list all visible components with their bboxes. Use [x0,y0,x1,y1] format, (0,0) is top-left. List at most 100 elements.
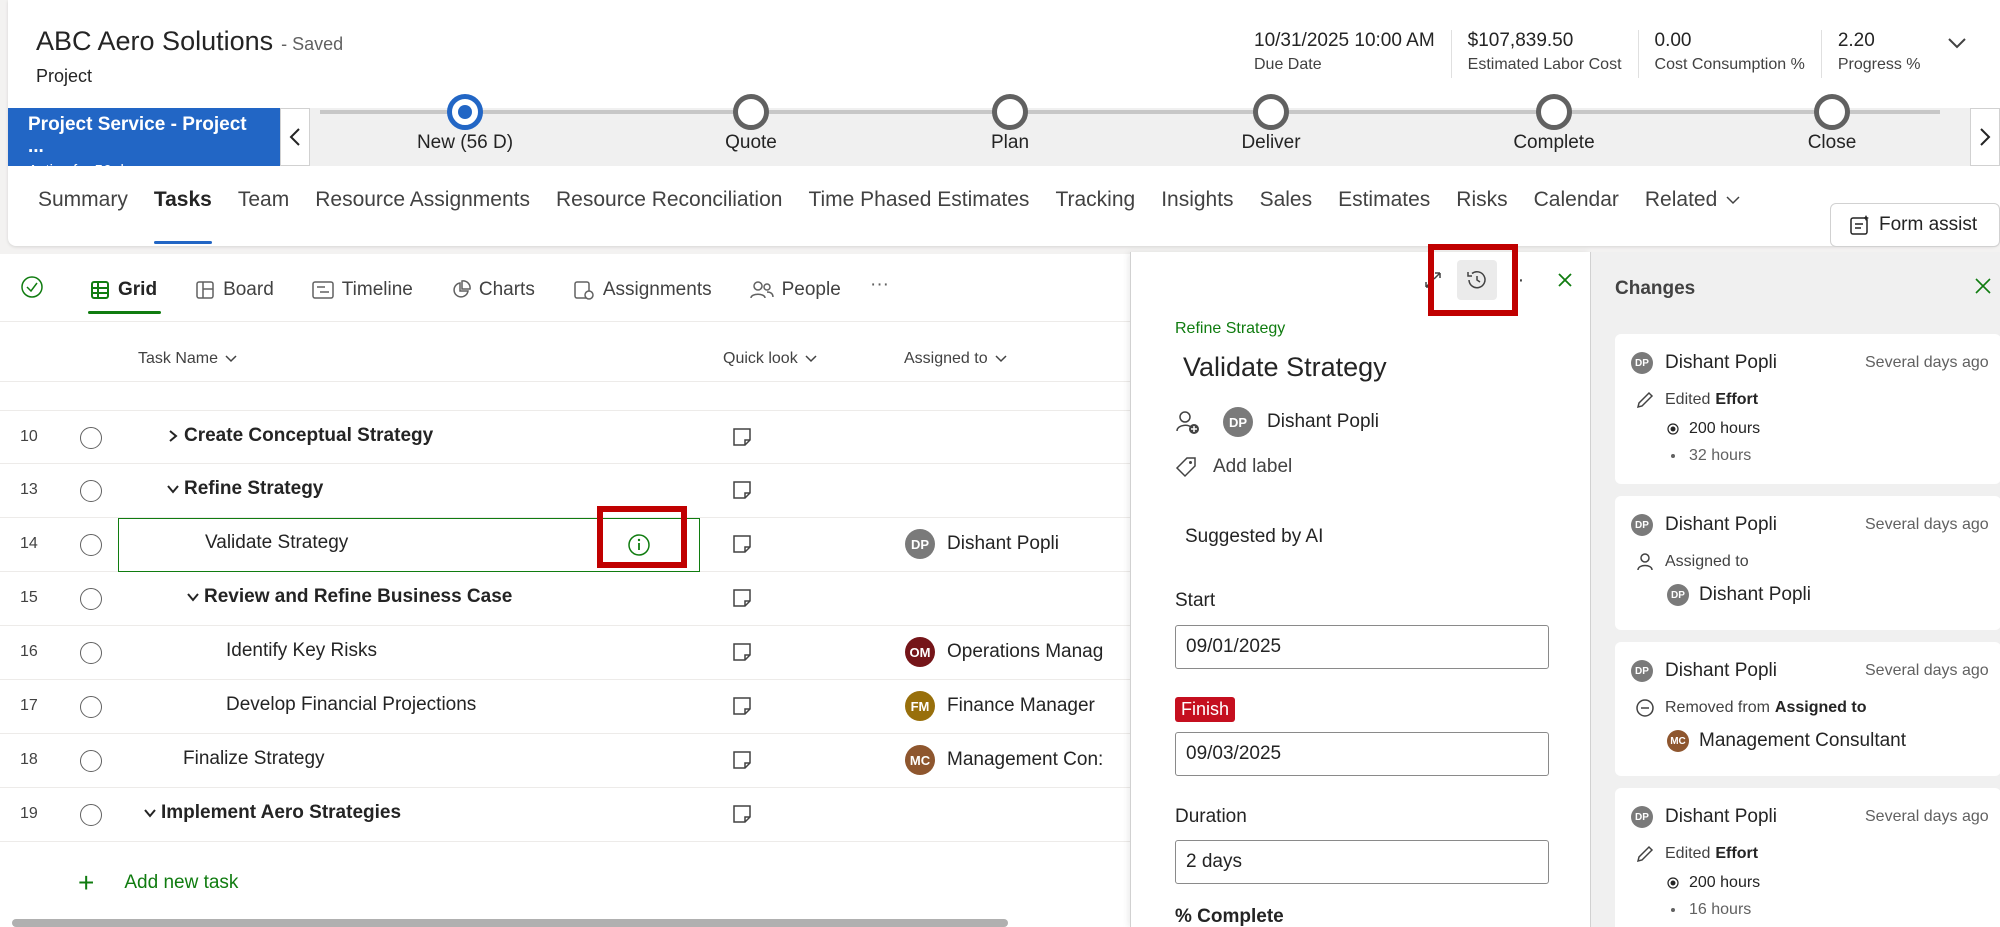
bpf-stage-quote[interactable]: Quote [661,94,841,154]
tab-time-phased-estimates[interactable]: Time Phased Estimates [798,188,1039,240]
chevron-down-icon[interactable] [166,482,180,496]
view-tab-board[interactable]: Board [195,274,274,306]
view-tab-charts[interactable]: Charts [451,274,535,306]
table-row-selected[interactable]: 14 Validate Strategy DP Dishant Popli [0,518,1130,572]
task-name-cell[interactable]: Develop Financial Projections [226,694,476,716]
row-complete-radio[interactable] [80,750,102,772]
assignee-row[interactable]: DP Dishant Popli [1175,407,1379,437]
tab-calendar[interactable]: Calendar [1524,188,1629,240]
tab-tasks[interactable]: Tasks [144,188,222,244]
quick-look-icon[interactable] [732,804,752,824]
row-complete-radio[interactable] [80,804,102,826]
tab-insights[interactable]: Insights [1151,188,1243,240]
bpf-stage-complete[interactable]: Complete [1464,94,1644,154]
view-tab-assignments[interactable]: Assignments [573,274,712,306]
row-complete-radio[interactable] [80,696,102,718]
table-row[interactable]: 19 Implement Aero Strategies [0,788,1130,842]
start-date-field[interactable]: 09/01/2025 [1175,625,1549,669]
table-row[interactable]: 10 Create Conceptual Strategy [0,410,1130,464]
close-icon[interactable] [1973,276,1993,296]
horizontal-scrollbar[interactable] [12,919,1008,927]
bpf-process-name: Project Service - Project ... [28,114,247,157]
table-row[interactable]: 17 Develop Financial Projections FM Fina… [0,680,1130,734]
row-complete-radio[interactable] [80,534,102,556]
column-header-assigned-to[interactable]: Assigned to [904,350,1008,368]
form-assist-button[interactable]: Form assist [1830,203,2000,247]
tab-resource-reconciliation[interactable]: Resource Reconciliation [546,188,792,240]
chevron-down-icon[interactable] [143,806,157,820]
tab-related[interactable]: Related [1635,188,1751,240]
task-name-cell[interactable]: Validate Strategy [205,532,348,554]
action-text: Removed from [1665,699,1770,716]
task-name-cell[interactable]: Create Conceptual Strategy [166,425,433,447]
table-row[interactable]: 15 Review and Refine Business Case [0,572,1130,626]
bpf-next-button[interactable] [1970,108,2000,166]
tab-resource-assignments[interactable]: Resource Assignments [305,188,540,240]
view-tab-people[interactable]: People [749,274,841,306]
quick-look-icon[interactable] [732,588,752,608]
quick-look-icon[interactable] [732,534,752,554]
action-field: Effort [1715,391,1759,408]
chevron-down-icon[interactable] [1946,32,1968,54]
task-name-cell[interactable]: Refine Strategy [166,478,323,500]
row-number: 18 [20,751,38,768]
tab-team[interactable]: Team [228,188,299,240]
task-name-cell[interactable]: Review and Refine Business Case [186,586,512,608]
row-number: 19 [20,805,38,822]
bpf-prev-button[interactable] [280,108,310,166]
parent-task-link[interactable]: Refine Strategy [1175,320,1285,338]
bpf-stage-plan[interactable]: Plan [920,94,1100,154]
finish-date-field[interactable]: 09/03/2025 [1175,732,1549,776]
more-views-button[interactable]: ··· [870,274,889,296]
tab-estimates[interactable]: Estimates [1328,188,1440,240]
quick-look-icon[interactable] [732,750,752,770]
column-header-task-name[interactable]: Task Name [138,350,238,368]
column-header-quick-look[interactable]: Quick look [723,350,818,368]
pencil-icon [1636,391,1654,409]
task-name-cell[interactable]: Identify Key Risks [226,640,377,662]
task-title[interactable]: Validate Strategy [1183,352,1387,383]
chevron-down-icon[interactable] [186,590,200,604]
table-row[interactable]: 13 Refine Strategy [0,464,1130,518]
row-complete-radio[interactable] [80,642,102,664]
assignee-cell[interactable]: DP Dishant Popli [905,529,1125,559]
kpi-label: Cost Consumption % [1654,56,1805,73]
assignee-cell[interactable]: OM Operations Manag [905,637,1125,667]
row-complete-radio[interactable] [80,427,102,449]
tab-summary[interactable]: Summary [28,188,138,240]
row-complete-radio[interactable] [80,480,102,502]
close-detail-button[interactable] [1545,260,1585,300]
bpf-stage-new[interactable]: New (56 D) [375,94,555,154]
view-tab-timeline[interactable]: Timeline [312,274,413,306]
quick-look-icon[interactable] [732,480,752,500]
duration-field[interactable]: 2 days [1175,840,1549,884]
kpi-cost-consumption: 0.00 Cost Consumption % [1637,30,1821,78]
tab-risks[interactable]: Risks [1446,188,1517,240]
chevron-right-icon[interactable] [166,429,180,443]
bpf-active-process[interactable]: Project Service - Project ... Active for… [8,108,280,179]
table-row[interactable]: 16 Identify Key Risks OM Operations Mana… [0,626,1130,680]
quick-look-icon[interactable] [732,696,752,716]
add-new-task-button[interactable]: + Add new task [78,867,238,899]
task-name: Create Conceptual Strategy [184,425,434,446]
chevron-down-icon [995,355,1007,363]
tab-sales[interactable]: Sales [1250,188,1323,240]
task-name-cell[interactable]: Finalize Strategy [183,748,325,770]
view-tab-grid[interactable]: Grid [87,274,162,314]
table-row[interactable]: 18 Finalize Strategy MC Management Con: [0,734,1130,788]
quick-look-icon[interactable] [732,427,752,447]
tab-tracking[interactable]: Tracking [1045,188,1145,240]
bpf-stage-deliver[interactable]: Deliver [1181,94,1361,154]
quick-look-icon[interactable] [732,642,752,662]
annotation-highlight-box [597,506,687,568]
task-name-cell[interactable]: Implement Aero Strategies [143,802,401,824]
author-name: Dishant Popli [1665,806,1777,827]
assignee-cell[interactable]: FM Finance Manager [905,691,1125,721]
add-label-button[interactable]: Add label [1175,456,1292,478]
check-circle-icon[interactable] [20,275,44,299]
row-complete-radio[interactable] [80,588,102,610]
assignee-cell[interactable]: MC Management Con: [905,745,1125,775]
suggested-by-ai[interactable]: Suggested by AI [1185,526,1323,548]
chevron-left-icon [289,128,300,146]
bpf-stage-close[interactable]: Close [1742,94,1922,154]
